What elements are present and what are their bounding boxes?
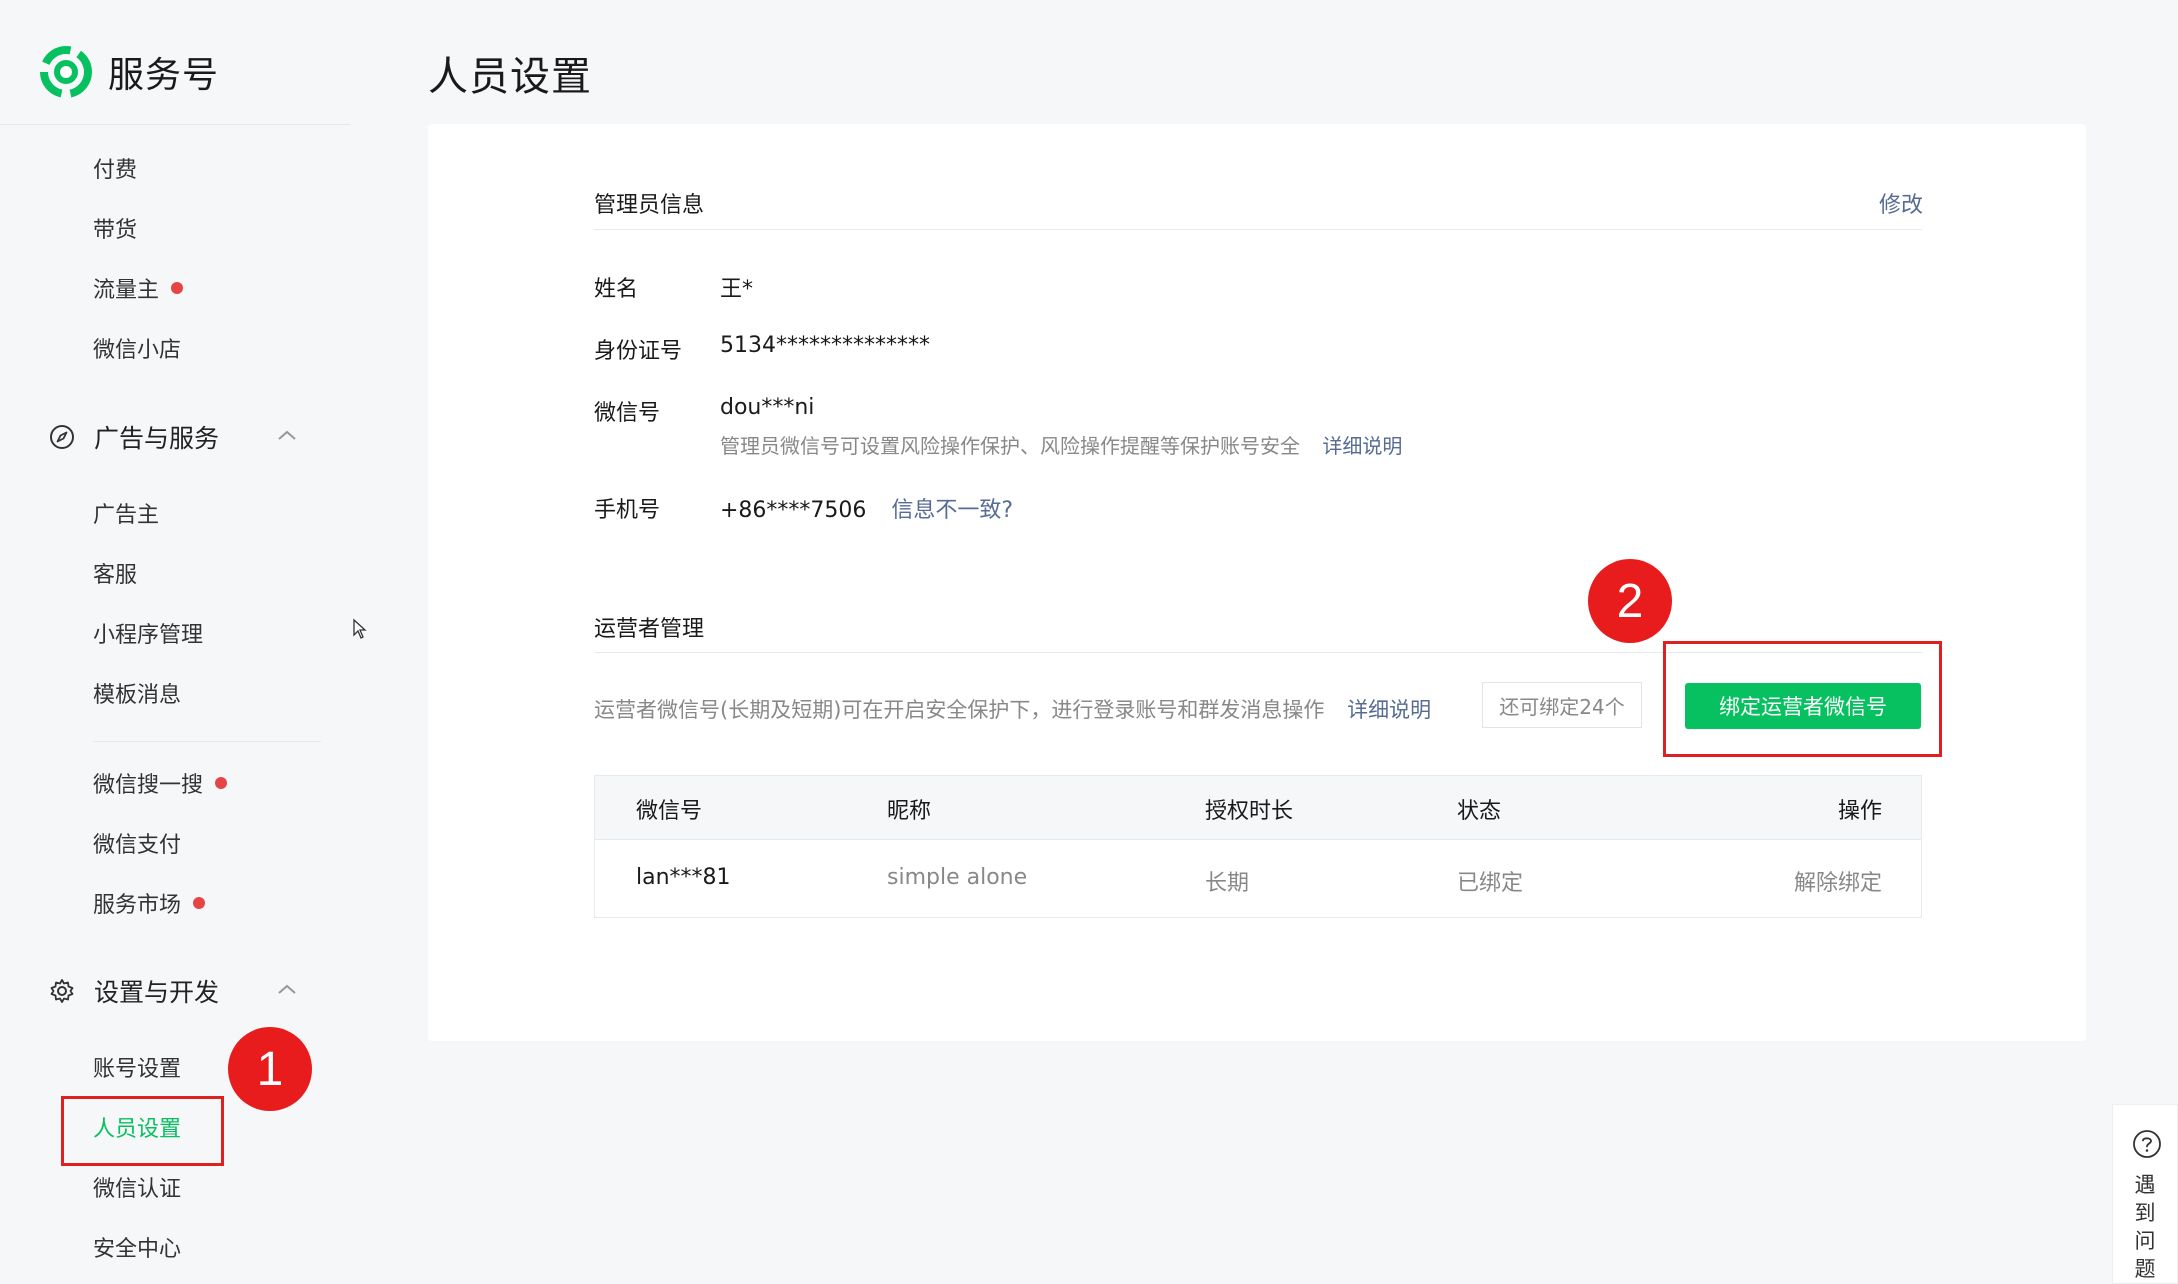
sidebar-item-advertiser[interactable]: 广告主 — [93, 501, 159, 531]
sidebar-item-label: 小程序管理 — [93, 623, 204, 648]
sidebar-item-wechat-pay[interactable]: 微信支付 — [93, 831, 181, 861]
operator-description-text: 运营者微信号(长期及短期)可在开启安全保护下，进行登录账号和群发消息操作 — [594, 698, 1325, 722]
notification-dot — [171, 282, 184, 294]
sidebar-item-customer-service[interactable]: 客服 — [93, 561, 137, 591]
service-account-logo-icon — [40, 46, 92, 98]
column-header-nickname: 昵称 — [887, 799, 932, 824]
compass-icon — [50, 425, 74, 449]
operator-management-title: 运营者管理 — [594, 617, 705, 642]
sidebar-item-label: 模板消息 — [93, 683, 182, 708]
name-value: 王* — [720, 277, 754, 302]
unbind-link[interactable]: 解除绑定 — [1794, 865, 1882, 897]
info-mismatch-link[interactable]: 信息不一致? — [891, 498, 1013, 523]
operator-description: 运营者微信号(长期及短期)可在开启安全保护下，进行登录账号和群发消息操作 详细说… — [594, 694, 1431, 724]
sidebar-item-wechat-verification[interactable]: 微信认证 — [93, 1175, 181, 1205]
cell-nickname: simple alone — [887, 865, 1028, 890]
help-label-char: 问 — [2134, 1229, 2156, 1253]
sidebar-item-label: 流量主 — [93, 278, 160, 303]
sidebar-item-label: 付费 — [93, 158, 138, 183]
admin-info-title: 管理员信息 — [594, 193, 705, 218]
section-ads-services[interactable]: 广告与服务 — [48, 419, 219, 455]
phone-row: +86****7506 信息不一致? — [720, 492, 1013, 524]
chevron-up-icon[interactable] — [276, 428, 298, 442]
operator-detail-link[interactable]: 详细说明 — [1347, 698, 1431, 722]
brand-divider — [0, 124, 350, 125]
sidebar-item-commerce[interactable]: 带货 — [93, 216, 137, 246]
brand[interactable]: 服务号 — [40, 44, 219, 100]
step-badge-2: 2 — [1588, 559, 1672, 643]
wechat-id-value: dou***ni — [720, 395, 815, 420]
column-header-action: 操作 — [1837, 799, 1882, 824]
cell-status: 已绑定 — [1457, 871, 1524, 896]
gear-icon — [50, 979, 74, 1003]
phone-value: +86****7506 — [720, 498, 867, 523]
brand-name: 服务号 — [108, 55, 220, 96]
chevron-up-icon[interactable] — [276, 982, 298, 996]
cell-duration: 长期 — [1205, 871, 1250, 896]
sidebar-item-miniprogram[interactable]: 小程序管理 — [93, 621, 203, 651]
sidebar-item-wechat-store[interactable]: 微信小店 — [93, 336, 181, 366]
help-label: 遇到问题 — [2113, 1171, 2177, 1283]
help-label-char: 到 — [2134, 1201, 2156, 1225]
column-header-duration: 授权时长 — [1205, 799, 1294, 824]
highlight-box-step-2 — [1663, 641, 1942, 757]
sidebar-item-wechat-search[interactable]: 微信搜一搜 — [93, 771, 228, 801]
sidebar-item-label: 广告主 — [93, 503, 160, 528]
section-title: 设置与开发 — [94, 978, 220, 1007]
operator-table: 微信号 昵称 授权时长 状态 操作 lan***81 simple alone … — [594, 775, 1922, 918]
section-settings-dev[interactable]: 设置与开发 — [48, 973, 219, 1009]
wechat-id-label: 微信号 — [594, 401, 661, 426]
help-widget[interactable]: 遇到问题 — [2112, 1104, 2178, 1284]
sidebar-item-label: 微信支付 — [93, 833, 182, 858]
help-label-char: 遇 — [2134, 1173, 2156, 1197]
phone-label: 手机号 — [594, 498, 661, 523]
sidebar-item-template-message[interactable]: 模板消息 — [93, 681, 181, 711]
question-circle-icon — [2133, 1130, 2161, 1158]
name-label: 姓名 — [594, 277, 639, 302]
sidebar-item-label: 账号设置 — [93, 1057, 182, 1082]
section-divider — [594, 229, 1922, 230]
remaining-quota-badge: 还可绑定24个 — [1482, 682, 1642, 728]
sidebar-item-service-market[interactable]: 服务市场 — [93, 891, 206, 921]
step-badge-1: 1 — [228, 1027, 312, 1111]
sidebar-item-account-settings[interactable]: 账号设置 — [93, 1055, 181, 1085]
sidebar-item-label: 微信小店 — [93, 338, 182, 363]
sidebar-item-label: 带货 — [93, 218, 138, 243]
sidebar-divider — [93, 741, 321, 742]
sidebar-item-label: 客服 — [93, 563, 138, 588]
section-title: 广告与服务 — [94, 424, 220, 453]
sidebar-item-label: 安全中心 — [93, 1237, 182, 1262]
help-label-char: 题 — [2134, 1257, 2156, 1281]
sidebar-item-security-center[interactable]: 安全中心 — [93, 1235, 181, 1265]
page-title: 人员设置 — [428, 54, 592, 100]
wechat-id-description: 管理员微信号可设置风险操作保护、风险操作提醒等保护账号安全 详细说明 — [720, 430, 1402, 459]
id-number-label: 身份证号 — [594, 339, 683, 364]
cell-wechat: lan***81 — [636, 865, 731, 890]
highlight-box-step-1 — [61, 1096, 224, 1166]
id-number-value: 5134************** — [720, 333, 930, 358]
wechat-id-description-text: 管理员微信号可设置风险操作保护、风险操作提醒等保护账号安全 — [720, 434, 1300, 458]
notification-dot — [193, 897, 206, 909]
sidebar-item-label: 服务市场 — [93, 893, 182, 918]
sidebar-item-label: 微信认证 — [93, 1177, 182, 1202]
sidebar-item-pay[interactable]: 付费 — [93, 156, 137, 186]
edit-admin-link[interactable]: 修改 — [1879, 187, 1923, 219]
mouse-cursor-icon — [353, 618, 367, 639]
sidebar-item-label: 微信搜一搜 — [93, 773, 204, 798]
sidebar-item-traffic-owner[interactable]: 流量主 — [93, 276, 184, 306]
notification-dot — [215, 777, 228, 789]
column-header-status: 状态 — [1457, 799, 1502, 824]
column-header-wechat: 微信号 — [636, 799, 703, 824]
wechat-detail-link[interactable]: 详细说明 — [1322, 434, 1402, 458]
